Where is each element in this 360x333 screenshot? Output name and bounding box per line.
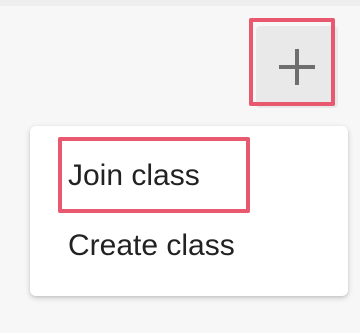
class-menu: Join class Create class xyxy=(30,126,348,296)
join-class-label: Join class xyxy=(68,159,200,192)
add-class-button[interactable] xyxy=(256,26,338,108)
join-class-menu-item[interactable]: Join class xyxy=(30,144,348,208)
create-class-label: Create class xyxy=(68,229,235,262)
create-class-menu-item[interactable]: Create class xyxy=(30,214,348,278)
plus-icon xyxy=(279,49,315,85)
screen: Join class Create class xyxy=(0,0,360,333)
top-divider xyxy=(0,0,360,6)
